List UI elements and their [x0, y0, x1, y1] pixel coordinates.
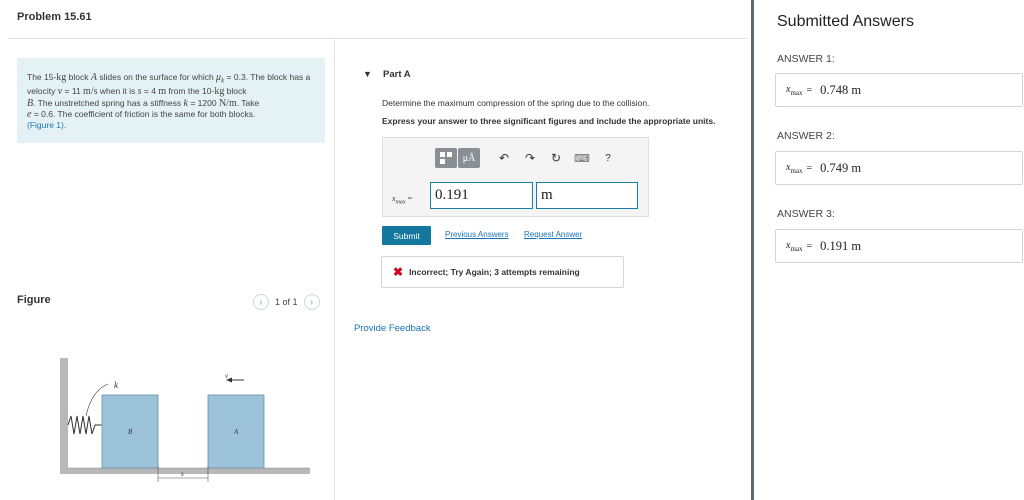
help-icon[interactable]: ?: [598, 148, 618, 168]
wall: [60, 358, 68, 468]
provide-feedback-link[interactable]: Provide Feedback: [354, 323, 431, 334]
answer-2-label: ANSWER 2:: [777, 130, 835, 142]
reset-icon[interactable]: ↻: [546, 148, 566, 168]
previous-answers-link[interactable]: Previous Answers: [445, 230, 509, 239]
feedback-text: Incorrect; Try Again; 3 attempts remaini…: [409, 267, 580, 277]
column-divider: [334, 39, 335, 500]
distance-s-label: s: [181, 470, 184, 478]
answer-variable-label: xmax =: [392, 194, 413, 206]
answer-1-card: xmax = 0.748 m: [775, 73, 1023, 107]
submitted-answers-panel: Submitted Answers ANSWER 1: xmax = 0.748…: [751, 0, 1024, 500]
top-divider: [8, 38, 748, 39]
answer-3-label: ANSWER 3:: [777, 208, 835, 220]
ground: [60, 468, 310, 474]
velocity-label: v: [225, 372, 229, 380]
figure-diagram: k B A v s: [60, 358, 310, 482]
answer-2-value: 0.749 m: [820, 160, 862, 175]
figure-link[interactable]: (Figure 1): [27, 120, 64, 130]
incorrect-x-icon: ✖: [393, 265, 404, 279]
chevron-right-icon: ›: [309, 296, 314, 308]
part-a-title[interactable]: Part A: [383, 69, 411, 80]
submit-button[interactable]: Submit: [382, 226, 431, 245]
math-toolbar: μÅ ↶ ↷ ↻ ⌨ ?: [435, 148, 624, 168]
next-figure-button[interactable]: ›: [303, 294, 320, 310]
units-button[interactable]: μÅ: [458, 148, 480, 168]
answer-1-label: ANSWER 1:: [777, 53, 835, 65]
answer-unit-input[interactable]: m: [536, 182, 638, 209]
figure-label: Figure: [17, 294, 51, 306]
answer-3-value: 0.191 m: [820, 238, 862, 253]
block-b-label: B: [128, 428, 133, 436]
request-answer-link[interactable]: Request Answer: [524, 230, 582, 239]
chevron-left-icon: ‹: [259, 296, 263, 308]
answer-1-value: 0.748 m: [820, 82, 862, 97]
keyboard-icon[interactable]: ⌨: [572, 148, 592, 168]
figure-pager: ‹ 1 of 1 ›: [253, 294, 320, 310]
answer-2-card: xmax = 0.749 m: [775, 151, 1023, 185]
answer-value-input[interactable]: 0.191: [430, 182, 533, 209]
part-a-question: Determine the maximum compression of the…: [382, 98, 650, 108]
templates-button[interactable]: [435, 148, 457, 168]
answer-3-card: xmax = 0.191 m: [775, 229, 1023, 263]
problem-statement: The 15-kg block A slides on the surface …: [17, 58, 325, 143]
redo-icon[interactable]: ↷: [520, 148, 540, 168]
spring: [67, 415, 102, 435]
submitted-answers-title: Submitted Answers: [777, 13, 914, 30]
figure-page-count: 1 of 1: [275, 297, 298, 307]
spring-k-label: k: [114, 380, 119, 390]
template-icon: [440, 152, 445, 157]
problem-title: Problem 15.61: [17, 11, 92, 23]
block-a-label: A: [233, 428, 239, 436]
answer-entry-box: μÅ ↶ ↷ ↻ ⌨ ? xmax = 0.191 m: [382, 137, 649, 217]
undo-icon[interactable]: ↶: [494, 148, 514, 168]
feedback-message: ✖ Incorrect; Try Again; 3 attempts remai…: [381, 256, 624, 288]
prev-figure-button[interactable]: ‹: [253, 294, 269, 310]
part-a-instruction: Express your answer to three significant…: [382, 116, 716, 126]
part-a-collapse-toggle[interactable]: ▼: [363, 69, 372, 79]
